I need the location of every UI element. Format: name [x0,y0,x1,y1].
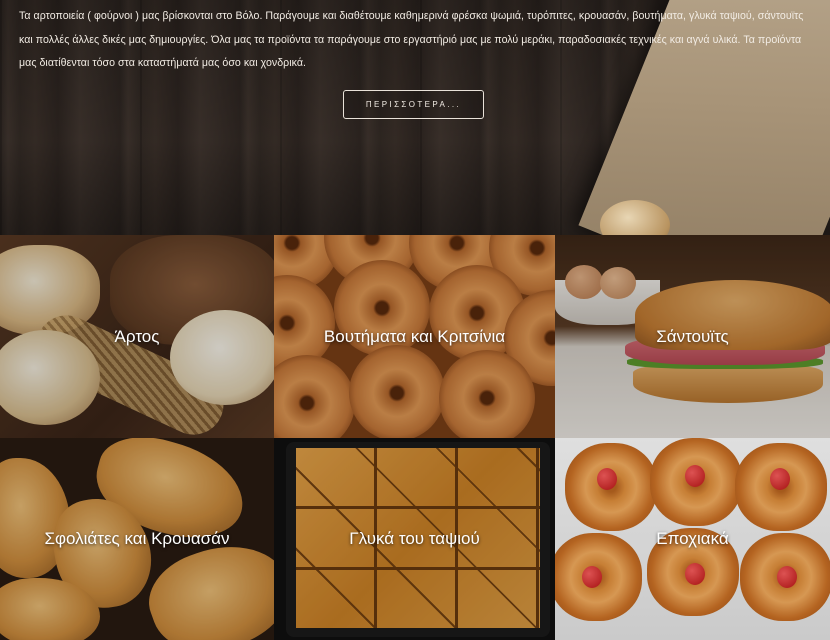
category-tile-seasonal[interactable]: Εποχιακά [555,438,830,640]
hero-section: Τα αρτοποιεία ( φούρνοι ) μας βρίσκονται… [0,0,830,235]
category-title: Άρτος [114,326,160,346]
intro-text: Τα αρτοποιεία ( φούρνοι ) μας βρίσκονται… [19,10,804,69]
category-title: Εποχιακά [656,529,729,548]
category-tile-rusks[interactable]: Βουτήματα και Κριτσίνια [274,235,555,438]
category-tile-sandwiches[interactable]: Σάντουϊτς [555,235,830,438]
category-tile-bread[interactable]: Άρτος [0,235,274,438]
category-title: Βουτήματα και Κριτσίνια [323,326,506,346]
category-title: Σάντουϊτς [656,326,729,346]
category-title: Σφολιάτες και Κρουασάν [44,529,230,548]
more-button[interactable]: ΠΕΡΙΣΣΟΤΕΡΑ... [343,90,484,119]
category-tile-pastries[interactable]: Σφολιάτες και Κρουασάν [0,438,274,640]
category-tile-tray-sweets[interactable]: Γλυκά του ταψιού [274,438,555,640]
category-title: Γλυκά του ταψιού [349,529,480,548]
